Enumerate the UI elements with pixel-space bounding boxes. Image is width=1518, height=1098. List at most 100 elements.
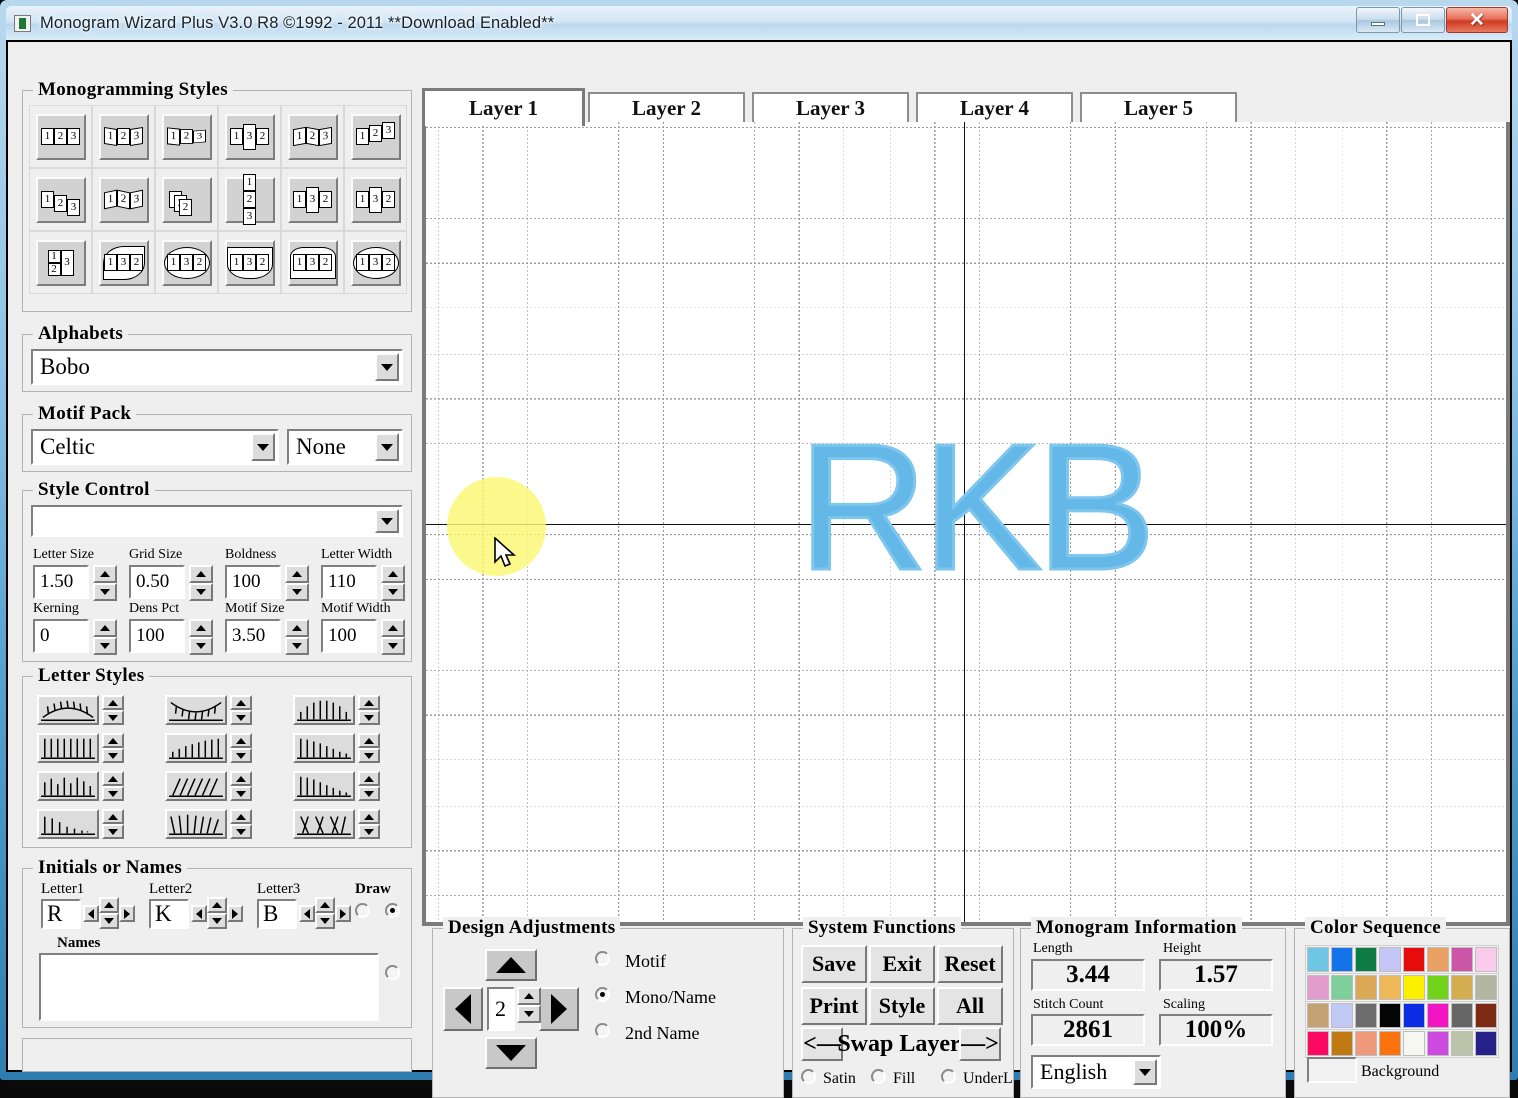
step-value-field[interactable]: 2 [487, 987, 515, 1031]
color-swatch[interactable] [1427, 975, 1449, 1000]
chevron-down-icon[interactable] [375, 353, 399, 381]
motif-width-decrement[interactable] [381, 637, 405, 655]
letter-style-arc-up-increment[interactable] [102, 695, 124, 710]
letter-style-slant[interactable] [165, 771, 227, 801]
maximize-button[interactable] [1401, 7, 1445, 33]
letter-style-taper-increment[interactable] [358, 771, 380, 786]
tab-layer-5[interactable]: Layer 5 [1080, 92, 1237, 124]
letter3-next-button[interactable] [335, 905, 351, 922]
style-ellipse[interactable]: 132 [350, 239, 401, 286]
draw-names-radio[interactable] [355, 903, 370, 918]
letter-style-wave[interactable] [37, 771, 99, 801]
style-circle[interactable]: 132 [161, 239, 212, 286]
letter-size-increment[interactable] [93, 565, 117, 583]
motif-pack-select[interactable]: Celtic [31, 429, 279, 465]
dens-pct-decrement[interactable] [189, 637, 213, 655]
style-taper-right[interactable]: 123 [161, 113, 212, 160]
color-swatch[interactable] [1331, 947, 1353, 972]
stitch-radio-satin[interactable] [801, 1069, 816, 1084]
letter-style-ramp-down-increment[interactable] [358, 733, 380, 748]
letter1-down-button[interactable] [99, 913, 119, 929]
letter-style-taper-decrement[interactable] [358, 786, 380, 801]
letter-width-field[interactable]: 110 [321, 565, 377, 599]
minimize-button[interactable] [1356, 7, 1400, 33]
letter-style-ramp-up-increment[interactable] [230, 733, 252, 748]
color-swatch[interactable] [1379, 1031, 1401, 1056]
letter-width-decrement[interactable] [381, 583, 405, 601]
color-swatch[interactable] [1355, 1031, 1377, 1056]
chevron-down-icon[interactable] [1133, 1059, 1157, 1085]
style-button[interactable]: Style [869, 987, 935, 1025]
color-swatch[interactable] [1307, 1031, 1329, 1056]
letter-style-ramp-down-decrement[interactable] [358, 748, 380, 763]
boldness-decrement[interactable] [285, 583, 309, 601]
motif-variant-select[interactable]: None [287, 429, 403, 465]
letter-style-wave-increment[interactable] [102, 771, 124, 786]
reset-button[interactable]: Reset [937, 945, 1003, 983]
letter-style-splay[interactable] [293, 809, 355, 839]
move-up-button[interactable] [485, 949, 537, 981]
close-button[interactable]: ✕ [1446, 7, 1508, 33]
color-swatch[interactable] [1307, 1003, 1329, 1028]
grid-size-decrement[interactable] [189, 583, 213, 601]
style-split-left[interactable]: 123 [35, 239, 86, 286]
tab-layer-1[interactable]: Layer 1 [422, 88, 585, 126]
letter-style-slant-decrement[interactable] [230, 786, 252, 801]
letter-style-fan-decrement[interactable] [230, 824, 252, 839]
letter3-down-button[interactable] [315, 913, 335, 929]
color-swatch[interactable] [1307, 947, 1329, 972]
letter3-up-button[interactable] [315, 897, 335, 913]
letter-style-ramp-up[interactable] [165, 733, 227, 763]
draw-initials-radio[interactable] [385, 903, 400, 918]
move-left-button[interactable] [443, 987, 483, 1031]
design-target-radio-2[interactable] [595, 1023, 610, 1038]
letter-style-bulge-increment[interactable] [358, 695, 380, 710]
chevron-down-icon[interactable] [251, 433, 275, 461]
letter-style-arc-down[interactable] [165, 695, 227, 725]
style-1-2-3-flat[interactable]: 123 [35, 113, 86, 160]
color-swatch[interactable] [1451, 1031, 1473, 1056]
motif-size-increment[interactable] [285, 619, 309, 637]
letter-style-arc-up[interactable] [37, 695, 99, 725]
letter-style-taper[interactable] [293, 771, 355, 801]
style-overlap[interactable]: 132 [161, 176, 212, 223]
color-swatch[interactable] [1427, 1003, 1449, 1028]
color-swatch[interactable] [1475, 1003, 1497, 1028]
color-swatch[interactable] [1307, 975, 1329, 1000]
letter-style-wave-decrement[interactable] [102, 786, 124, 801]
color-swatch[interactable] [1427, 1031, 1449, 1056]
save-button[interactable]: Save [801, 945, 867, 983]
all-button[interactable]: All [937, 987, 1003, 1025]
style-control-select[interactable] [31, 505, 403, 537]
names-input[interactable] [39, 953, 379, 1021]
grid-size-field[interactable]: 0.50 [129, 565, 185, 599]
print-button[interactable]: Print [801, 987, 867, 1025]
canvas-surface[interactable]: RKB [426, 122, 1506, 922]
color-swatch[interactable] [1355, 975, 1377, 1000]
color-swatch[interactable] [1403, 975, 1425, 1000]
language-select[interactable]: English [1031, 1055, 1161, 1089]
letter2-up-button[interactable] [207, 897, 227, 913]
color-swatch[interactable] [1379, 1003, 1401, 1028]
motif-width-increment[interactable] [381, 619, 405, 637]
chevron-down-icon[interactable] [375, 433, 399, 461]
color-swatch[interactable] [1451, 975, 1473, 1000]
stitch-radio-fill[interactable] [871, 1069, 886, 1084]
move-right-button[interactable] [539, 987, 579, 1031]
style-stacked[interactable]: 123 [224, 174, 275, 225]
letter2-down-button[interactable] [207, 913, 227, 929]
letter2-next-button[interactable] [227, 905, 243, 922]
color-swatch[interactable] [1475, 975, 1497, 1000]
letter-style-bulge-decrement[interactable] [358, 710, 380, 725]
color-swatch[interactable] [1403, 1003, 1425, 1028]
letter1-up-button[interactable] [99, 897, 119, 913]
alphabet-select[interactable]: Bobo [31, 349, 403, 385]
letter-size-field[interactable]: 1.50 [33, 565, 89, 599]
kerning-increment[interactable] [93, 619, 117, 637]
letter-style-fan-increment[interactable] [230, 809, 252, 824]
tab-layer-4[interactable]: Layer 4 [916, 92, 1073, 124]
color-swatch[interactable] [1331, 1031, 1353, 1056]
style-descend[interactable]: 123 [35, 176, 86, 223]
style-center-block[interactable]: 132 [350, 176, 401, 223]
letter-style-fade-increment[interactable] [102, 809, 124, 824]
